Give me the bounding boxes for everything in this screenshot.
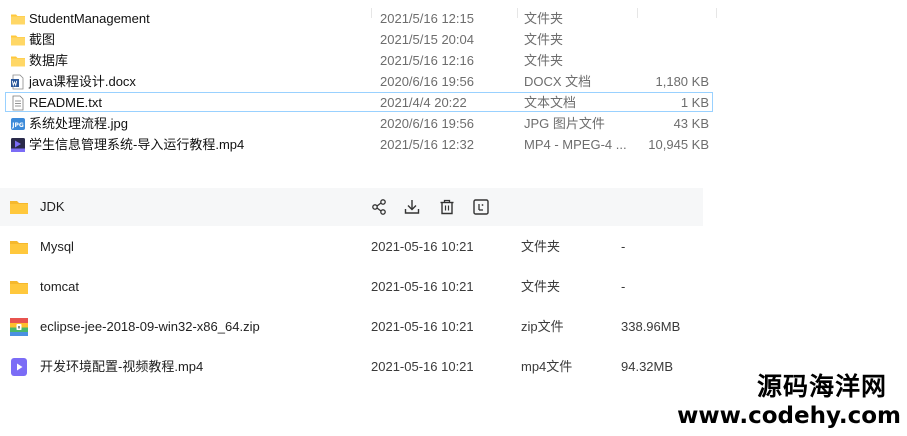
explorer-row-selected[interactable]: README.txt 2021/4/4 20:22 文本文档 1 KB [5, 92, 713, 112]
video-file-icon [11, 358, 27, 376]
explorer-row[interactable]: 截图 2021/5/15 20:04 文件夹 [5, 29, 713, 49]
mp4-video-icon [11, 138, 25, 152]
file-type: JPG 图片文件 [524, 116, 605, 131]
file-type: zip文件 [521, 319, 564, 334]
cloud-row[interactable]: 开发环境配置-视频教程.mp4 2021-05-16 10:21 mp4文件 9… [0, 348, 703, 386]
cloud-row[interactable]: eclipse-jee-2018-09-win32-x86_64.zip 202… [0, 308, 703, 346]
watermark-site-name: 源码海洋网 [756, 372, 887, 401]
cloud-row[interactable]: Mysql 2021-05-16 10:21 文件夹 - [0, 228, 703, 266]
delete-icon[interactable] [438, 198, 456, 216]
file-name: eclipse-jee-2018-09-win32-x86_64.zip [40, 319, 260, 334]
file-size: 94.32MB [621, 359, 674, 374]
file-size: 338.96MB [621, 319, 681, 334]
file-type: 文件夹 [521, 279, 561, 294]
file-type: MP4 - MPEG-4 ... [524, 137, 627, 152]
more-icon[interactable] [472, 198, 490, 216]
file-name: StudentManagement [29, 11, 150, 26]
file-size: 43 KB [673, 116, 709, 131]
file-size: 1,180 KB [655, 74, 710, 89]
file-date: 2021-05-16 10:21 [371, 359, 474, 374]
file-type: 文件夹 [521, 239, 561, 254]
cloud-row[interactable]: tomcat 2021-05-16 10:21 文件夹 - [0, 268, 703, 306]
file-type: 文件夹 [524, 53, 564, 68]
file-name: tomcat [40, 279, 80, 294]
share-icon[interactable] [370, 198, 388, 216]
explorer-file-list: StudentManagement 2021/5/16 12:15 文件夹 截图… [0, 8, 907, 158]
file-date: 2021/4/4 20:22 [380, 95, 467, 110]
file-date: 2021/5/16 12:32 [380, 137, 474, 152]
explorer-row[interactable]: JPG 系统处理流程.jpg 2020/6/16 19:56 JPG 图片文件 … [5, 113, 713, 133]
explorer-row[interactable]: StudentManagement 2021/5/16 12:15 文件夹 [5, 8, 713, 28]
file-date: 2021/5/16 12:16 [380, 53, 474, 68]
file-type: DOCX 文档 [524, 74, 592, 89]
file-date: 2021-05-16 10:21 [371, 279, 474, 294]
watermark: 源码海洋网 www.codehy.com [677, 372, 901, 430]
file-type: 文本文档 [524, 95, 577, 110]
screenshot-root: StudentManagement 2021/5/16 12:15 文件夹 截图… [0, 0, 907, 436]
file-size: 1 KB [680, 95, 709, 110]
file-name: 系统处理流程.jpg [29, 116, 128, 131]
file-date: 2020/6/16 19:56 [380, 74, 474, 89]
explorer-row[interactable]: 学生信息管理系统-导入运行教程.mp4 2021/5/16 12:32 MP4 … [5, 134, 713, 154]
file-size: - [621, 279, 626, 294]
explorer-row[interactable]: 数据库 2021/5/16 12:16 文件夹 [5, 50, 713, 70]
file-type: 文件夹 [524, 11, 564, 26]
jpg-image-icon: JPG [11, 118, 25, 130]
file-name: 截图 [29, 32, 56, 47]
file-date: 2021-05-16 10:21 [371, 239, 474, 254]
svg-text:JPG: JPG [11, 122, 24, 129]
cloud-row-hovered[interactable]: JDK [0, 188, 703, 226]
file-name: 学生信息管理系统-导入运行教程.mp4 [29, 137, 245, 152]
file-type: 文件夹 [524, 32, 564, 47]
folder-icon [11, 56, 25, 67]
folder-icon [10, 201, 28, 214]
file-date: 2021/5/16 12:15 [380, 11, 474, 26]
watermark-url: www.codehy.com [677, 403, 901, 429]
text-file-icon [12, 95, 24, 111]
folder-icon [10, 241, 28, 254]
column-divider[interactable] [716, 8, 717, 18]
explorer-row[interactable]: java课程设计.docx 2020/6/16 19:56 DOCX 文档 1,… [5, 71, 713, 91]
word-doc-icon [11, 74, 24, 90]
file-name: JDK [40, 199, 65, 214]
file-name: java课程设计.docx [29, 74, 136, 89]
file-date: 2021-05-16 10:21 [371, 319, 474, 334]
folder-icon [10, 281, 28, 294]
file-name: Mysql [40, 239, 74, 254]
file-date: 2020/6/16 19:56 [380, 116, 474, 131]
file-name: 数据库 [29, 53, 69, 68]
file-type: mp4文件 [521, 359, 573, 374]
file-size: - [621, 239, 626, 254]
folder-icon [11, 35, 25, 46]
file-name: README.txt [29, 95, 102, 110]
file-name: 开发环境配置-视频教程.mp4 [40, 359, 204, 374]
file-size: 10,945 KB [648, 137, 709, 152]
file-date: 2021/5/15 20:04 [380, 32, 474, 47]
folder-icon [11, 14, 25, 25]
download-icon[interactable] [403, 198, 421, 216]
cloud-drive-file-list: JDK Mysql 2021-05-16 10:21 文件夹 - tomcat … [0, 188, 907, 388]
zip-archive-icon [10, 318, 28, 336]
